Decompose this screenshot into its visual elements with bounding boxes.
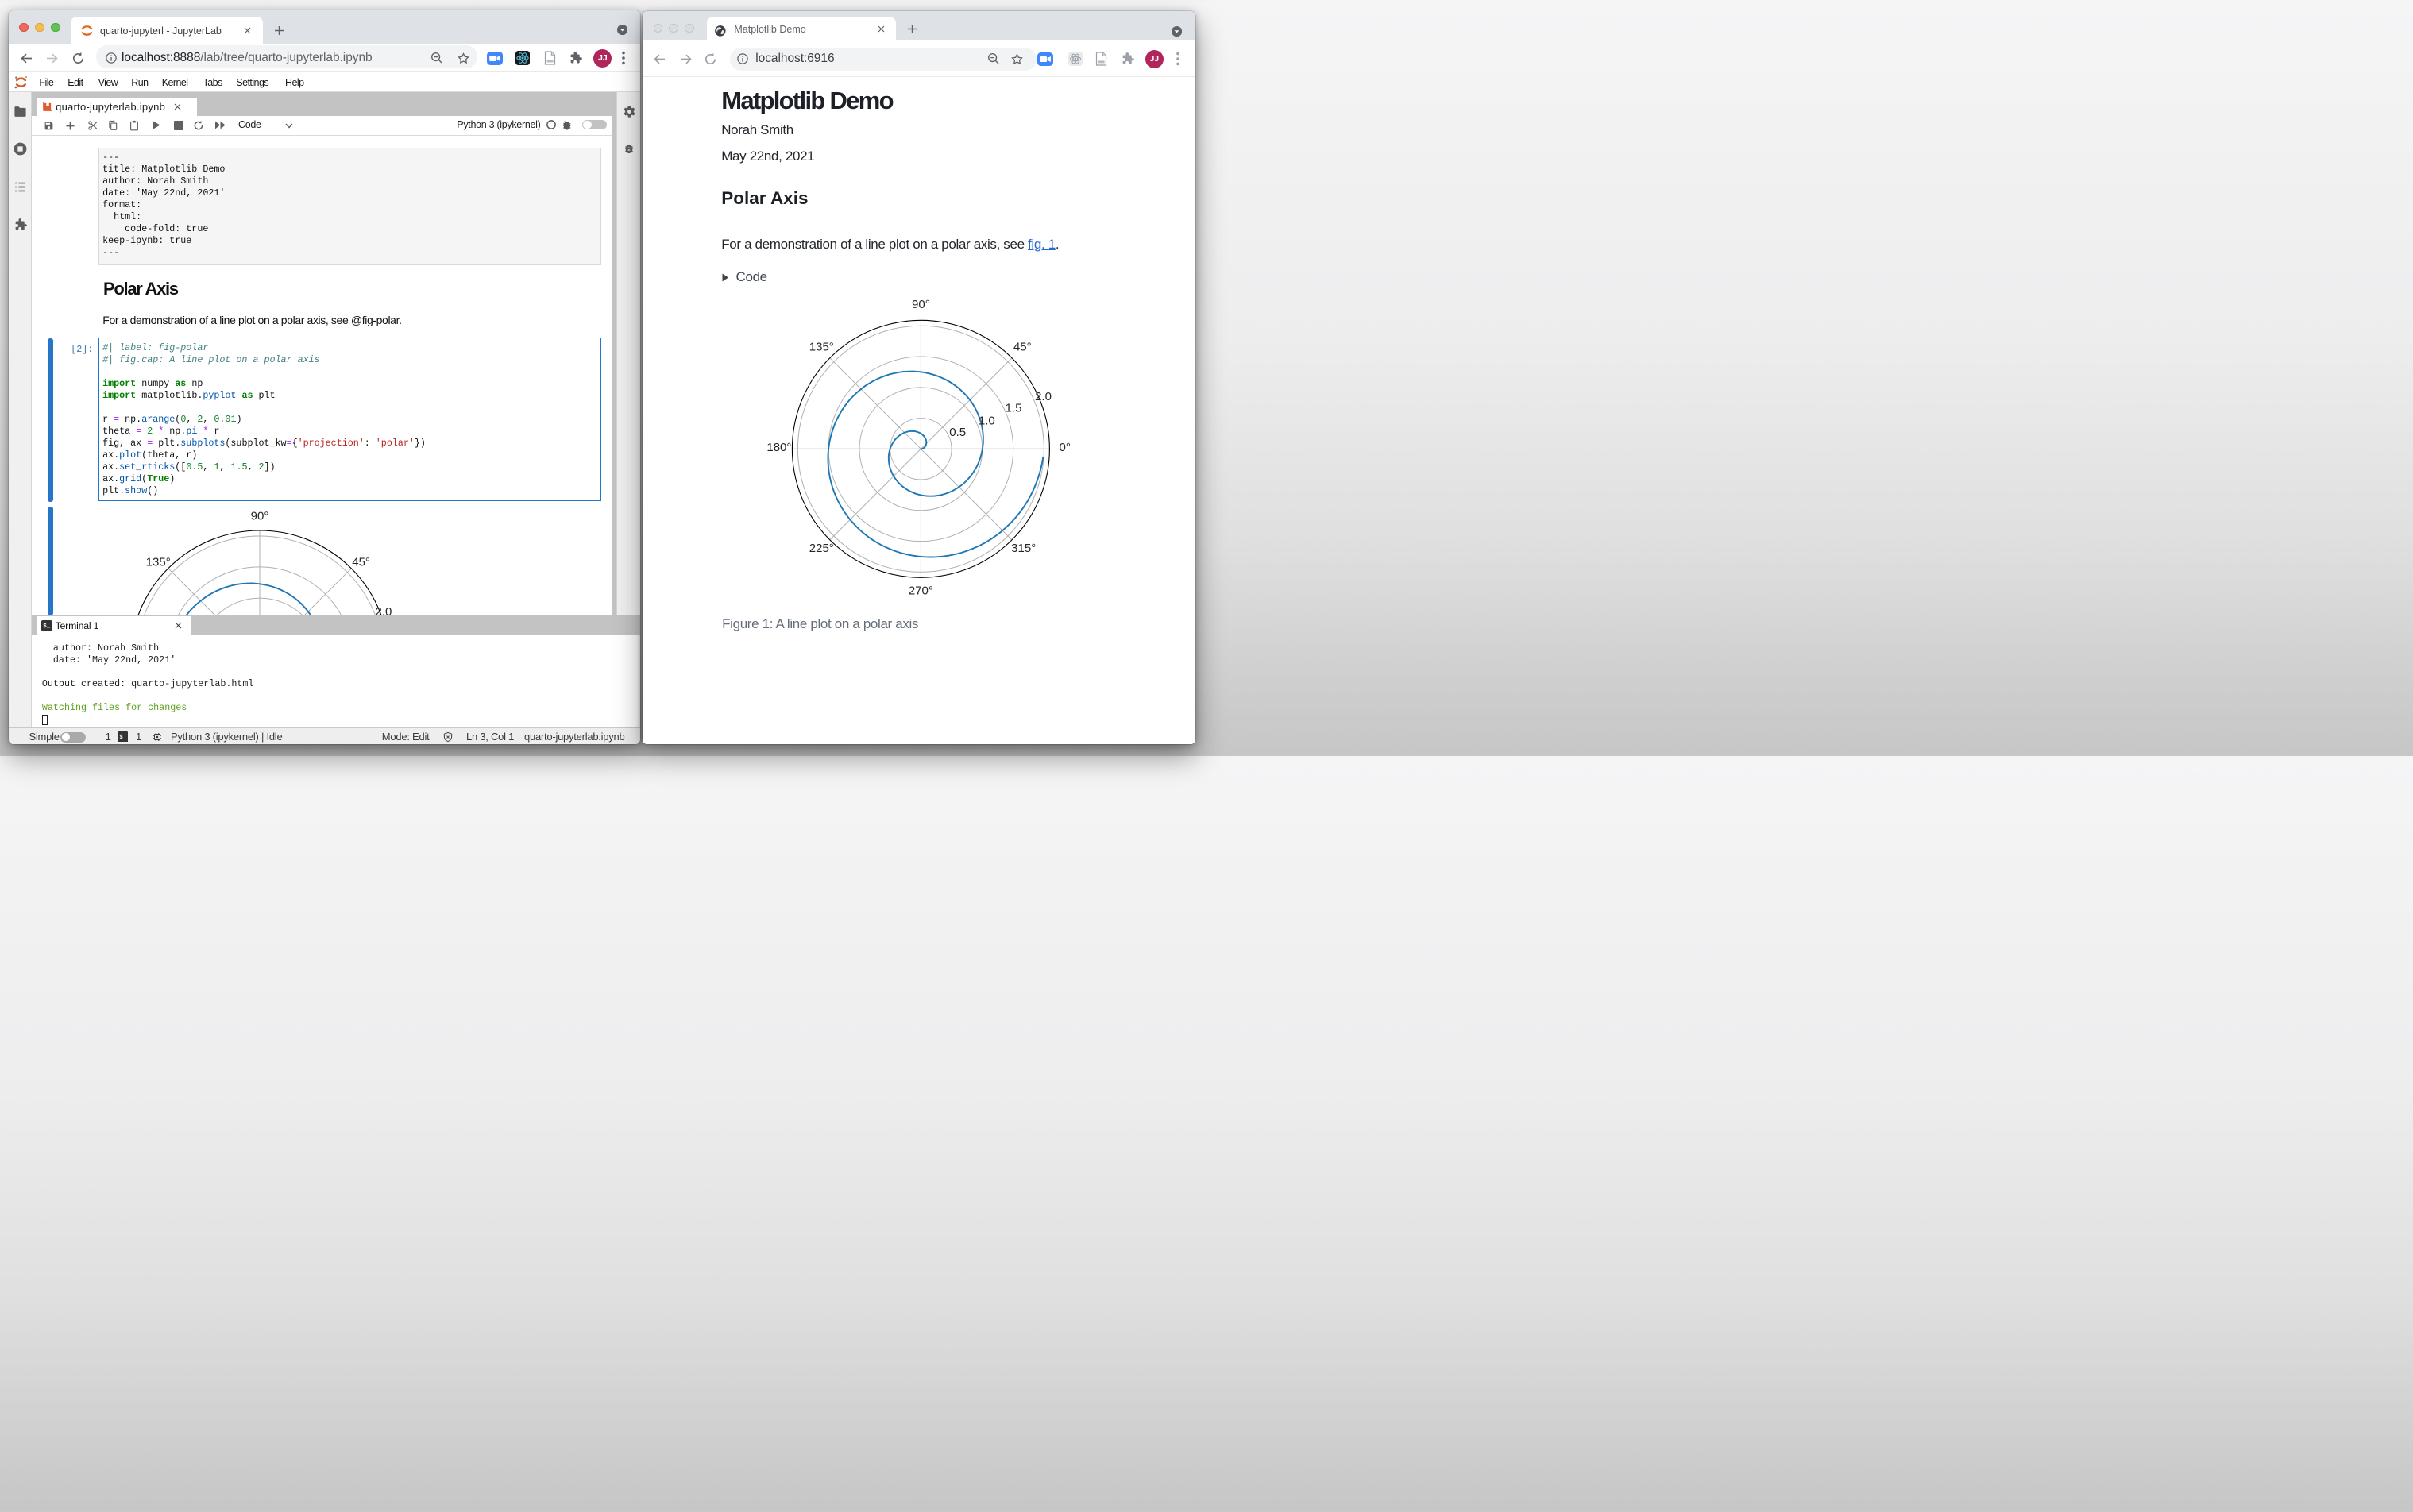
svg-text:1.5: 1.5 xyxy=(1006,402,1022,415)
svg-text:180°: 180° xyxy=(766,441,791,454)
svg-text:2.0: 2.0 xyxy=(1035,390,1052,403)
svg-text:0°: 0° xyxy=(1060,441,1071,454)
svg-text:90°: 90° xyxy=(912,298,930,311)
svg-text:135°: 135° xyxy=(809,340,834,353)
svg-text:1.0: 1.0 xyxy=(979,414,995,427)
svg-text:90°: 90° xyxy=(251,509,269,523)
svg-text:$_: $_ xyxy=(44,623,51,630)
svg-text:$_: $_ xyxy=(119,735,126,741)
svg-text:225°: 225° xyxy=(809,542,834,555)
svg-text:45°: 45° xyxy=(352,555,370,569)
svg-text:135°: 135° xyxy=(146,555,171,569)
svg-text:315°: 315° xyxy=(1011,542,1036,555)
svg-text:270°: 270° xyxy=(909,584,933,598)
svg-text:45°: 45° xyxy=(1013,340,1032,353)
svg-text:0.5: 0.5 xyxy=(949,426,966,439)
svg-text:2.0: 2.0 xyxy=(375,605,392,615)
